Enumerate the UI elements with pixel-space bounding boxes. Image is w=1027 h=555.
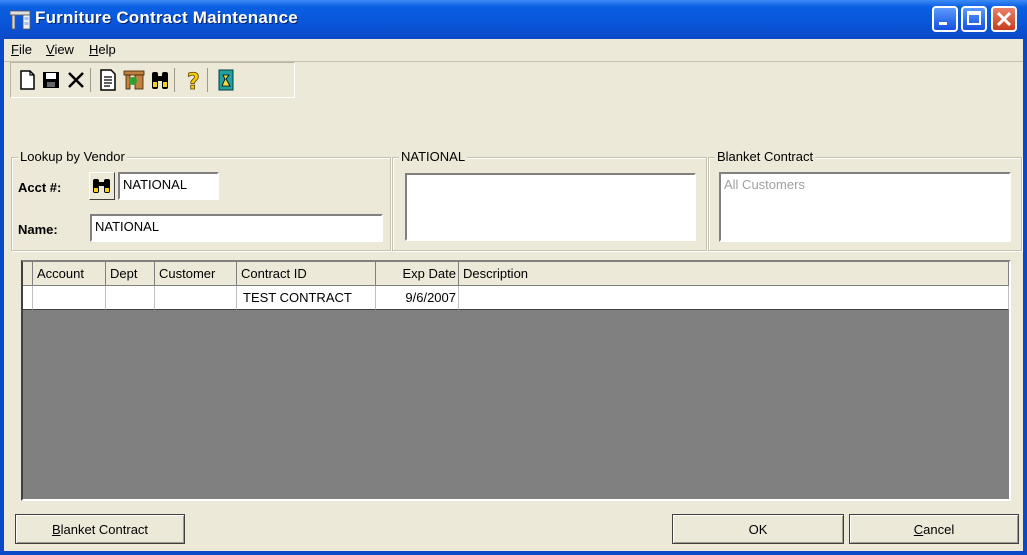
cancel-button[interactable]: Cancel xyxy=(849,514,1019,544)
table-cell-customer[interactable] xyxy=(155,286,237,310)
acct-lookup-button[interactable] xyxy=(89,172,115,200)
name-field[interactable]: NATIONAL xyxy=(90,214,383,242)
contract-grid[interactable]: Account Dept Customer Contract ID Exp Da… xyxy=(21,260,1011,501)
minimize-button[interactable] xyxy=(932,6,958,32)
menu-file[interactable]: File xyxy=(11,42,32,57)
svg-text:?: ? xyxy=(187,70,200,93)
close-icon xyxy=(996,11,1012,27)
column-header-customer[interactable]: Customer xyxy=(155,262,237,286)
maximize-icon xyxy=(967,11,981,25)
toolbar: ? xyxy=(10,62,295,98)
report-icon[interactable] xyxy=(95,67,121,93)
exit-icon[interactable] xyxy=(213,67,239,93)
column-header-exp-date[interactable]: Exp Date xyxy=(376,262,459,286)
toolbar-separator xyxy=(207,68,208,92)
lookup-by-vendor-group: Lookup by Vendor Acct #: NATIONAL Name: … xyxy=(11,149,391,251)
menu-help[interactable]: Help xyxy=(89,42,116,57)
ok-button[interactable]: OK xyxy=(672,514,844,544)
menu-bar: File View Help xyxy=(4,39,1023,62)
toolbar-separator xyxy=(174,68,175,92)
lookup-group-label: Lookup by Vendor xyxy=(18,149,127,164)
column-header-account[interactable]: Account xyxy=(33,262,106,286)
save-icon[interactable] xyxy=(38,67,64,93)
acct-field[interactable]: NATIONAL xyxy=(118,172,219,200)
contract-icon[interactable] xyxy=(121,67,147,93)
help-icon[interactable]: ? xyxy=(179,67,205,93)
table-cell-contract-id[interactable]: TEST CONTRACT xyxy=(237,286,376,310)
vendor-notes-box[interactable] xyxy=(405,173,696,241)
name-label: Name: xyxy=(18,222,58,237)
minimize-icon xyxy=(939,22,947,25)
blanket-contract-button[interactable]: Blanket Contract xyxy=(15,514,185,544)
menu-view[interactable]: View xyxy=(46,42,74,57)
blanket-contract-group: Blanket Contract All Customers xyxy=(708,149,1022,251)
table-cell-account[interactable] xyxy=(33,286,106,310)
close-button[interactable] xyxy=(991,6,1017,32)
column-header-contract-id[interactable]: Contract ID xyxy=(237,262,376,286)
main-window: Furniture Contract Maintenance File View… xyxy=(0,0,1027,555)
column-header-dept[interactable]: Dept xyxy=(106,262,155,286)
row-selector-header xyxy=(23,262,33,286)
delete-icon[interactable] xyxy=(63,67,89,93)
column-header-description[interactable]: Description xyxy=(459,262,1009,286)
table-cell-dept[interactable] xyxy=(106,286,155,310)
table-cell-exp-date[interactable]: 9/6/2007 xyxy=(376,286,459,310)
blanket-customers-box[interactable]: All Customers xyxy=(719,172,1011,242)
new-document-icon[interactable] xyxy=(14,67,40,93)
table-cell-description[interactable] xyxy=(459,286,1009,310)
vendor-group-label: NATIONAL xyxy=(399,149,468,164)
vendor-group: NATIONAL xyxy=(392,149,707,251)
binoculars-icon[interactable] xyxy=(147,67,173,93)
binoculars-icon xyxy=(93,179,110,193)
blanket-group-label: Blanket Contract xyxy=(715,149,816,164)
window-title: Furniture Contract Maintenance xyxy=(35,8,298,27)
maximize-button[interactable] xyxy=(961,6,987,32)
row-selector[interactable] xyxy=(23,286,33,310)
furniture-app-icon xyxy=(9,10,31,30)
toolbar-separator xyxy=(90,68,91,92)
title-bar[interactable]: Furniture Contract Maintenance xyxy=(0,0,1027,39)
acct-label: Acct #: xyxy=(18,180,62,195)
